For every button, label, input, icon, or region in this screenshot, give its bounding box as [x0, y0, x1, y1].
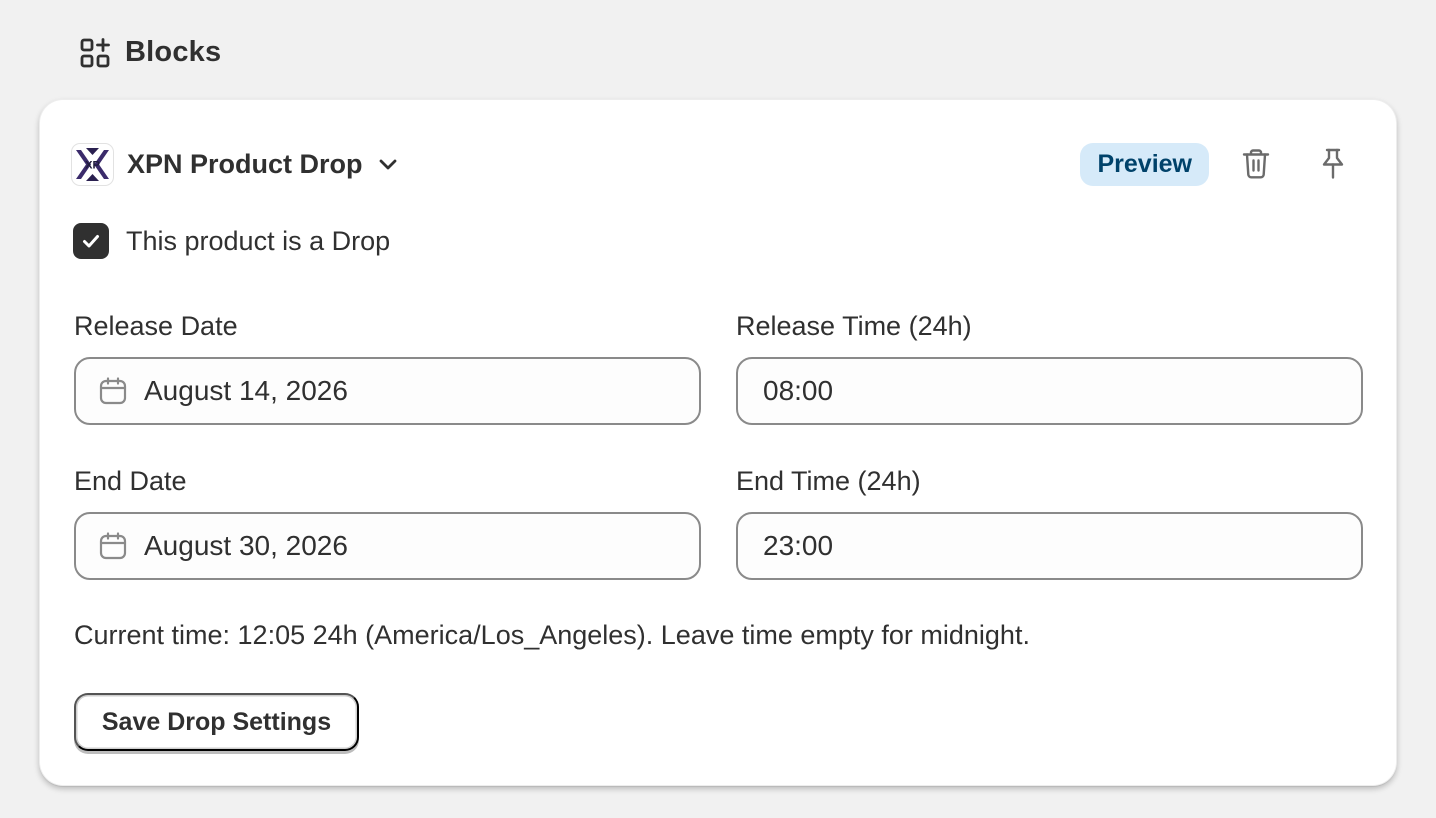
save-drop-settings-button[interactable]: Save Drop Settings: [74, 693, 359, 751]
is-drop-row: This product is a Drop: [73, 223, 390, 259]
end-time-field[interactable]: 23:00: [736, 512, 1363, 580]
app-logo: XP: [71, 142, 114, 186]
block-card: XP XPN Product Drop Preview This product…: [39, 99, 1397, 786]
release-date-field[interactable]: August 14, 2026: [74, 357, 701, 425]
section-title: Blocks: [125, 36, 222, 68]
header-actions: Preview: [1080, 142, 1365, 186]
pin-icon[interactable]: [1313, 144, 1353, 184]
end-date-value: August 30, 2026: [144, 530, 348, 561]
end-time-label: End Time (24h): [736, 466, 921, 496]
is-drop-label: This product is a Drop: [126, 225, 391, 256]
trash-icon[interactable]: [1236, 144, 1276, 184]
calendar-icon: [98, 531, 128, 561]
help-text: Current time: 12:05 24h (America/Los_Ang…: [74, 620, 1030, 650]
release-time-value: 08:00: [763, 375, 834, 406]
section-header: Blocks: [79, 36, 221, 69]
end-date-label: End Date: [74, 466, 187, 496]
is-drop-checkbox[interactable]: [73, 223, 109, 259]
release-time-field[interactable]: 08:00: [736, 357, 1363, 425]
end-time-value: 23:00: [763, 530, 834, 561]
blocks-icon: [79, 37, 111, 69]
release-time-label: Release Time (24h): [736, 311, 972, 341]
preview-badge[interactable]: Preview: [1080, 142, 1209, 186]
block-header: XP XPN Product Drop Preview: [71, 142, 1365, 186]
calendar-icon: [98, 376, 128, 406]
end-date-field[interactable]: August 30, 2026: [74, 512, 701, 580]
release-date-label: Release Date: [74, 311, 238, 341]
app-name[interactable]: XPN Product Drop: [127, 149, 363, 180]
chevron-down-icon[interactable]: [377, 153, 399, 175]
app-logo-text: XP: [85, 159, 100, 171]
release-date-value: August 14, 2026: [144, 375, 348, 406]
